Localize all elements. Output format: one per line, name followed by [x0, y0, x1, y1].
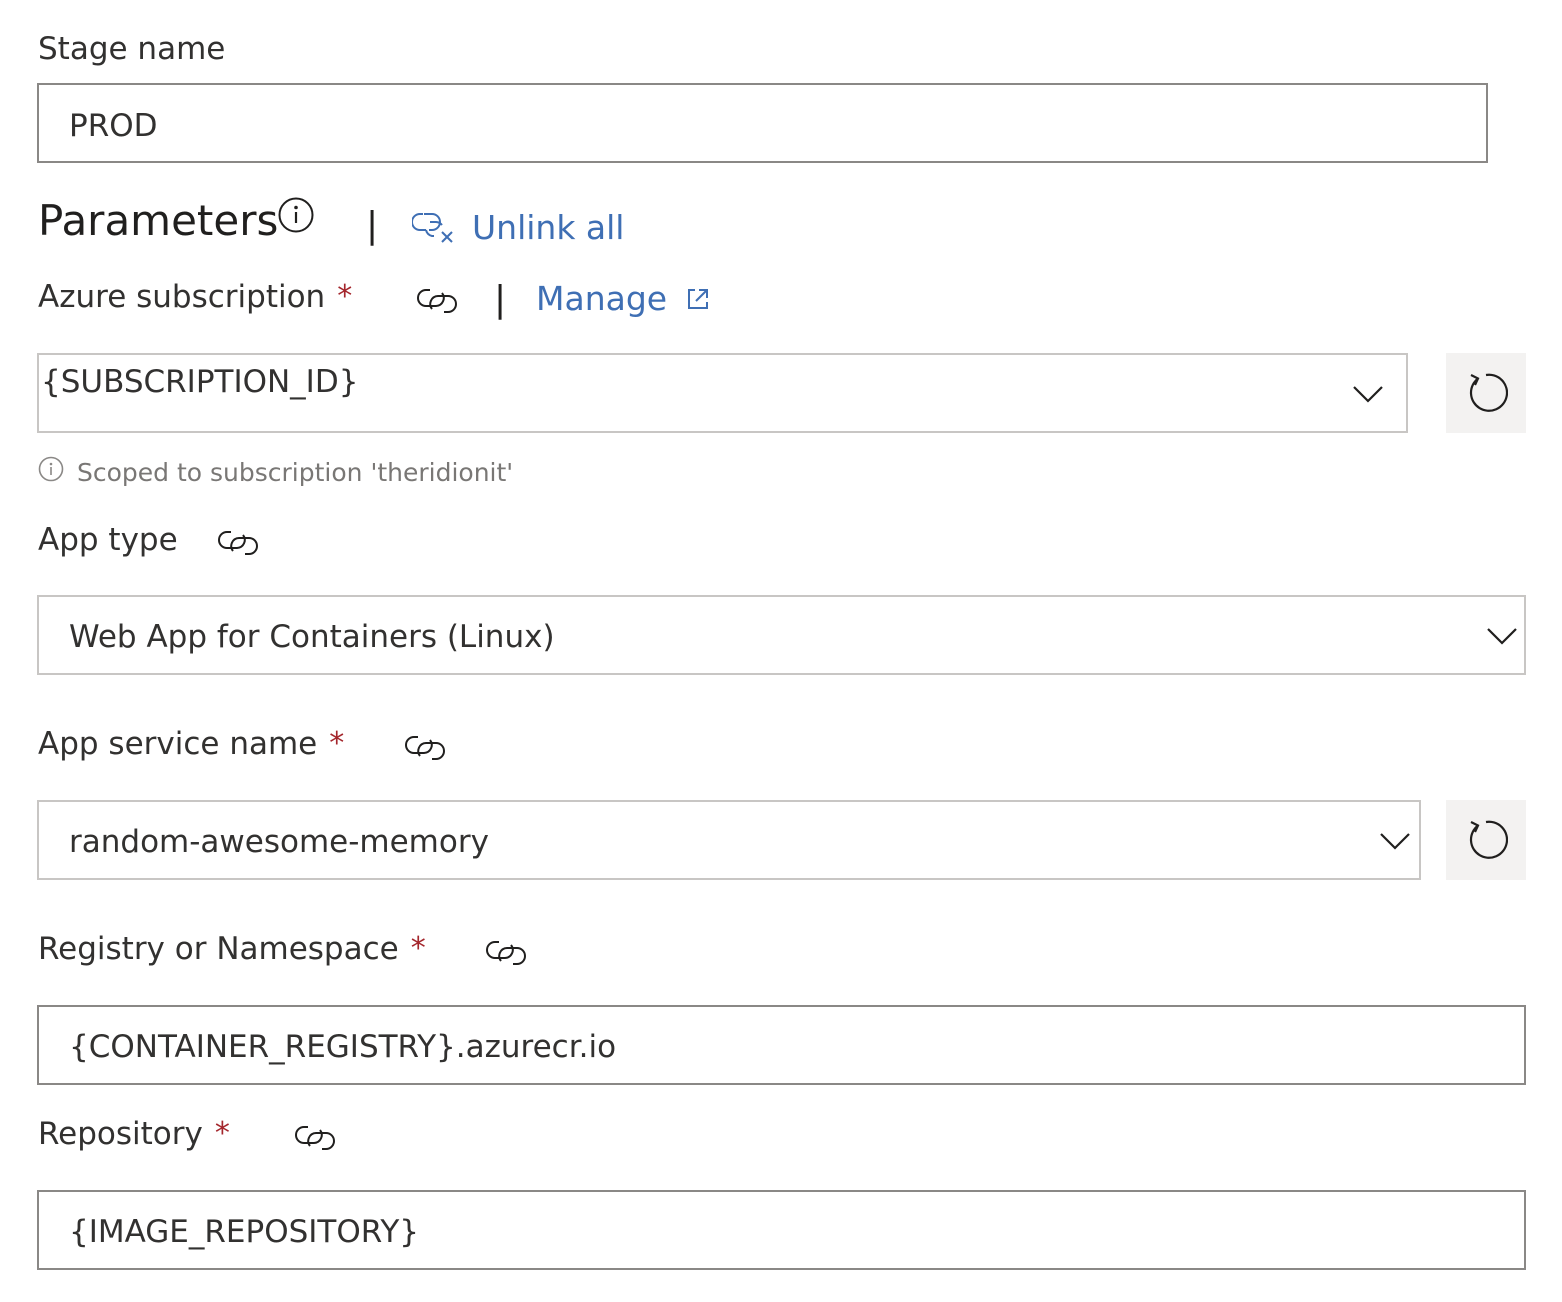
stage-name-input[interactable]: PROD — [37, 83, 1488, 163]
azure-subscription-value: {SUBSCRIPTION_ID} — [41, 364, 359, 400]
registry-namespace-input[interactable]: {CONTAINER_REGISTRY}.azurecr.io — [37, 1005, 1526, 1085]
azure-subscription-label: Azure subscription — [38, 279, 326, 315]
azure-subscription-dropdown[interactable]: {SUBSCRIPTION_ID} — [37, 353, 1408, 433]
registry-namespace-value: {CONTAINER_REGISTRY}.azurecr.io — [69, 1029, 617, 1065]
app-type-label: App type — [38, 522, 178, 558]
required-marker: * — [329, 726, 345, 761]
parameters-heading: Parameters — [38, 196, 279, 245]
required-marker: * — [337, 279, 353, 314]
subscription-scope-note: Scoped to subscription 'theridionit' — [77, 458, 514, 487]
link-icon[interactable] — [294, 1124, 336, 1152]
chevron-down-icon — [1380, 833, 1410, 850]
link-icon[interactable] — [485, 939, 527, 967]
link-icon[interactable] — [404, 734, 446, 762]
link-icon[interactable] — [217, 529, 259, 557]
stage-name-label: Stage name — [38, 31, 226, 67]
subscription-separator: | — [494, 279, 507, 320]
app-type-dropdown[interactable]: Web App for Containers (Linux) — [37, 595, 1526, 675]
required-marker: * — [410, 931, 426, 966]
app-service-name-label: App service name — [38, 726, 318, 762]
repository-input[interactable]: {IMAGE_REPOSITORY} — [37, 1190, 1526, 1270]
info-icon — [38, 456, 64, 482]
parameters-separator: | — [366, 205, 379, 246]
repository-value: {IMAGE_REPOSITORY} — [69, 1214, 419, 1250]
app-service-name-dropdown[interactable]: random-awesome-memory — [37, 800, 1421, 880]
app-service-refresh-button[interactable] — [1446, 800, 1526, 880]
manage-link[interactable]: Manage — [536, 282, 711, 315]
manage-label: Manage — [536, 279, 668, 318]
refresh-icon — [1469, 820, 1508, 859]
required-marker: * — [214, 1116, 230, 1151]
stage-name-value: PROD — [69, 108, 158, 144]
info-icon[interactable] — [277, 196, 315, 234]
link-icon[interactable] — [416, 287, 458, 315]
unlink-all-label: Unlink all — [472, 207, 625, 247]
chevron-down-icon — [1353, 386, 1383, 403]
app-service-name-value: random-awesome-memory — [69, 824, 489, 860]
chevron-down-icon — [1487, 628, 1517, 645]
external-link-icon — [688, 288, 709, 309]
subscription-refresh-button[interactable] — [1446, 353, 1526, 433]
repository-label: Repository — [38, 1116, 203, 1152]
refresh-icon — [1469, 373, 1508, 412]
registry-namespace-label: Registry or Namespace — [38, 931, 399, 967]
unlink-all-link[interactable]: Unlink all — [412, 208, 624, 246]
unlink-icon — [412, 213, 453, 243]
app-type-value: Web App for Containers (Linux) — [69, 619, 555, 655]
